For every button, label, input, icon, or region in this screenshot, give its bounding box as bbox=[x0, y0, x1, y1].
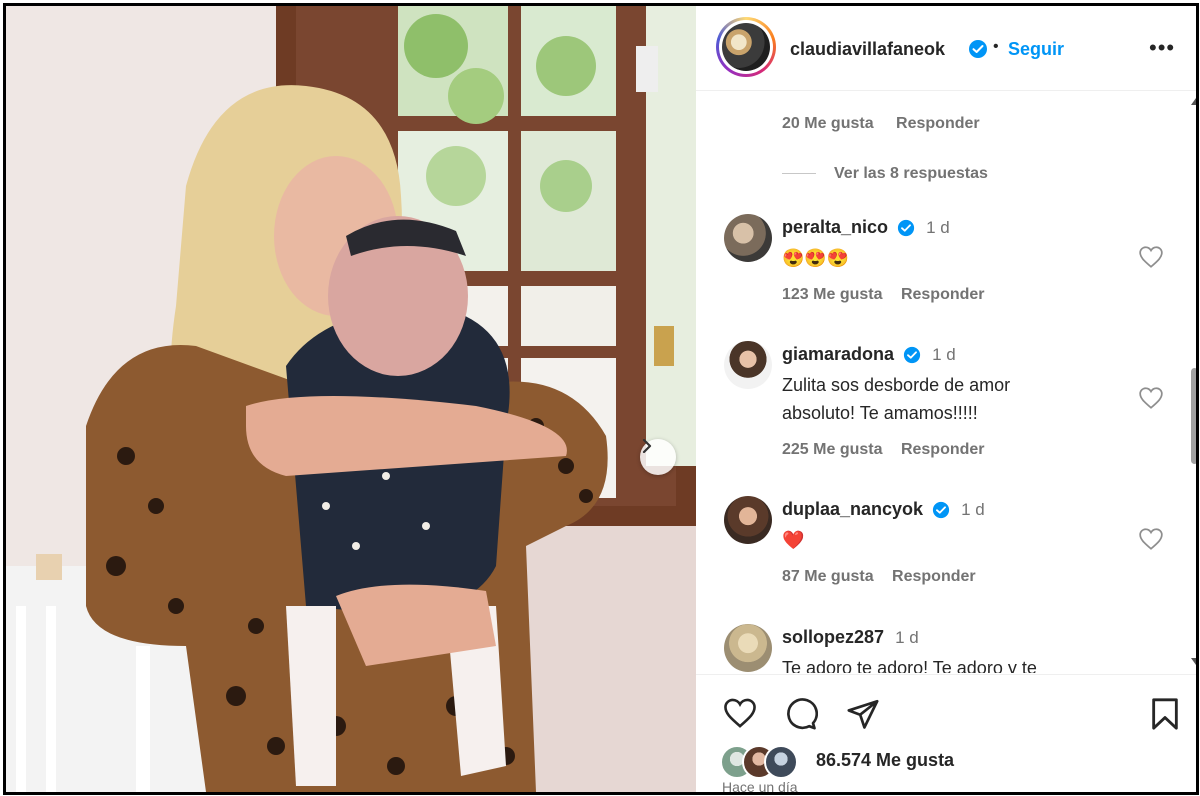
commenter-username[interactable]: duplaa_nancyok bbox=[782, 499, 923, 519]
comments-list[interactable]: 20 Me gusta Responder Ver las 8 respuest… bbox=[696, 91, 1196, 673]
comment-time: 1 d bbox=[895, 628, 919, 647]
commenter-avatar[interactable] bbox=[724, 341, 772, 389]
comment-meta: 20 Me gusta Responder bbox=[782, 115, 998, 133]
view-replies-label: Ver las 8 respuestas bbox=[834, 165, 988, 182]
author-avatar[interactable] bbox=[716, 17, 776, 77]
author-username[interactable]: claudiavillafaneok bbox=[790, 39, 945, 60]
scrollbar-thumb[interactable] bbox=[1191, 368, 1196, 464]
heart-icon[interactable] bbox=[1138, 527, 1164, 551]
scroll-down-arrow[interactable] bbox=[1191, 658, 1196, 665]
commenter-avatar[interactable] bbox=[724, 496, 772, 544]
instagram-post-window: claudiavillafaneok • Seguir ••• 20 Me gu… bbox=[3, 3, 1199, 795]
post-header: claudiavillafaneok • Seguir ••• bbox=[696, 6, 1196, 91]
comment-likes[interactable]: 123 Me gusta bbox=[782, 286, 882, 303]
comment-text: Te adoro te adoro! Te adoro y te bbox=[782, 658, 1037, 673]
commenter-avatar[interactable] bbox=[724, 624, 772, 672]
bookmark-icon[interactable] bbox=[1150, 697, 1180, 731]
comment-likes[interactable]: 225 Me gusta bbox=[782, 441, 882, 458]
like-heart-icon[interactable] bbox=[722, 697, 758, 729]
likes-count[interactable]: 86.574 Me gusta bbox=[816, 750, 954, 771]
comment-icon[interactable] bbox=[784, 697, 818, 731]
follow-button[interactable]: Seguir bbox=[1008, 39, 1064, 60]
comment-time: 1 d bbox=[961, 500, 985, 519]
reply-button[interactable]: Responder bbox=[901, 441, 985, 458]
reply-button[interactable]: Responder bbox=[901, 286, 985, 303]
post-actions-bar: 86.574 Me gusta Hace un día bbox=[696, 674, 1196, 795]
comment-time: 1 d bbox=[932, 345, 956, 364]
photo-illustration bbox=[6, 6, 696, 792]
share-icon[interactable] bbox=[846, 697, 880, 731]
liker-avatar bbox=[764, 745, 798, 779]
comment-text: 😍😍😍 bbox=[782, 248, 850, 268]
comment-likes[interactable]: 20 Me gusta bbox=[782, 115, 874, 132]
comment-text: ❤️ bbox=[782, 530, 805, 550]
comment-meta: 87 Me gusta Responder bbox=[782, 568, 990, 586]
comment-meta: 123 Me gusta Responder bbox=[782, 286, 999, 304]
commenter-username[interactable]: sollopez287 bbox=[782, 627, 884, 647]
verified-icon bbox=[897, 220, 915, 237]
commenter-username[interactable]: giamaradona bbox=[782, 344, 894, 364]
post-timestamp: Hace un día bbox=[722, 779, 798, 795]
heart-icon[interactable] bbox=[1138, 245, 1164, 269]
verified-icon bbox=[903, 347, 921, 364]
view-replies-button[interactable]: Ver las 8 respuestas bbox=[782, 165, 988, 183]
comment-meta: 225 Me gusta Responder bbox=[782, 441, 999, 459]
comment-likes[interactable]: 87 Me gusta bbox=[782, 568, 874, 585]
replies-divider bbox=[782, 173, 816, 175]
comment-time: 1 d bbox=[926, 218, 950, 237]
verified-icon bbox=[969, 40, 987, 58]
commenter-avatar[interactable] bbox=[724, 214, 772, 262]
scroll-up-arrow[interactable] bbox=[1191, 98, 1196, 105]
separator-dot: • bbox=[993, 38, 999, 55]
more-options-icon[interactable]: ••• bbox=[1149, 37, 1175, 59]
commenter-username[interactable]: peralta_nico bbox=[782, 217, 888, 237]
post-photo[interactable] bbox=[6, 6, 696, 792]
verified-icon bbox=[932, 502, 950, 519]
heart-icon[interactable] bbox=[1138, 386, 1164, 410]
reply-button[interactable]: Responder bbox=[896, 115, 980, 132]
post-side-panel: claudiavillafaneok • Seguir ••• 20 Me gu… bbox=[696, 6, 1196, 792]
reply-button[interactable]: Responder bbox=[892, 568, 976, 585]
next-photo-button[interactable] bbox=[640, 439, 676, 475]
comment-text: Zulita sos desborde de amor absoluto! Te… bbox=[782, 375, 1011, 423]
chevron-right-icon bbox=[642, 439, 652, 453]
